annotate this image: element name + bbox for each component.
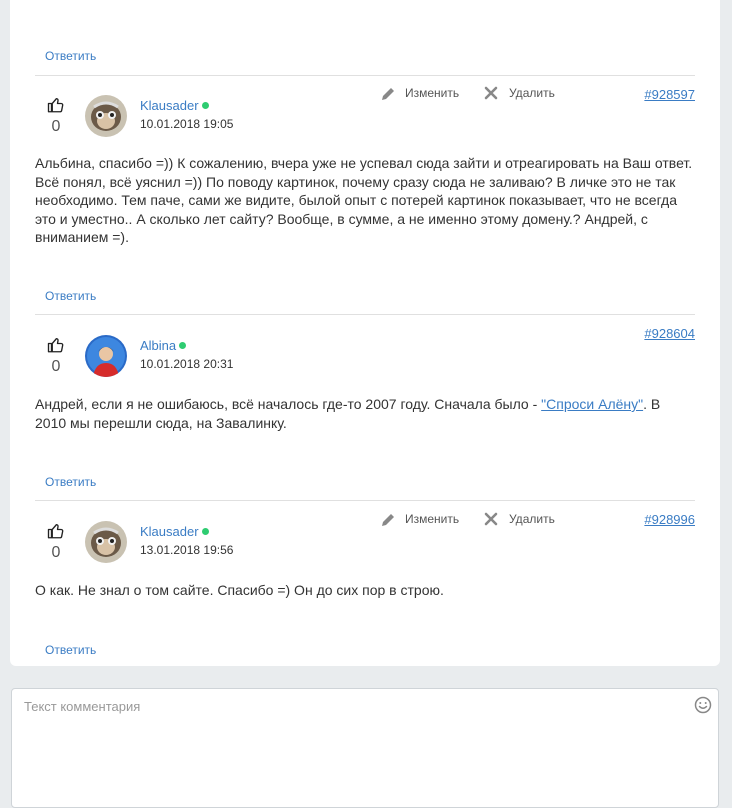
author-label[interactable]: Klausader bbox=[140, 98, 199, 113]
divider bbox=[35, 500, 695, 501]
author-label[interactable]: Klausader bbox=[140, 524, 199, 539]
comment-text: Андрей, если я не ошибаюсь, всё началось… bbox=[35, 395, 695, 432]
delete-label: Удалить bbox=[509, 512, 555, 526]
delete-button[interactable]: Удалить bbox=[484, 512, 555, 526]
comment-permalink[interactable]: #928597 bbox=[644, 87, 695, 102]
comments-card: Ответить 0 Klausader 10.01.2018 19:05 Из… bbox=[10, 0, 720, 666]
pencil-icon bbox=[382, 88, 394, 100]
comment-text: О как. Не знал о том сайте. Спасибо =) О… bbox=[35, 582, 444, 598]
author-name[interactable]: Albina bbox=[140, 338, 187, 353]
comment-text: Альбина, спасибо =)) К сожалению, вчера … bbox=[35, 155, 693, 245]
avatar[interactable] bbox=[85, 335, 127, 377]
online-indicator bbox=[201, 102, 209, 109]
like-count: 0 bbox=[51, 544, 61, 561]
reply-link[interactable]: Ответить bbox=[45, 49, 96, 63]
close-icon bbox=[484, 512, 498, 526]
reply-link[interactable]: Ответить bbox=[45, 289, 96, 303]
edit-button[interactable]: Изменить bbox=[382, 86, 460, 100]
smiley-icon[interactable] bbox=[694, 696, 712, 714]
pencil-icon bbox=[382, 514, 394, 526]
comment-text-part: Андрей, если я не ошибаюсь, всё началось… bbox=[35, 396, 542, 412]
comment-input[interactable]: Текст комментария bbox=[11, 688, 719, 808]
online-indicator bbox=[179, 342, 187, 349]
divider bbox=[35, 314, 695, 315]
edit-label: Изменить bbox=[405, 86, 460, 100]
comment-date: 13.01.2018 19:56 bbox=[140, 543, 234, 557]
close-icon bbox=[484, 86, 498, 100]
thumbs-up-icon[interactable] bbox=[47, 522, 65, 540]
comment-permalink[interactable]: #928996 bbox=[644, 512, 695, 527]
like-block: 0 bbox=[46, 522, 66, 562]
online-indicator bbox=[201, 528, 209, 535]
divider bbox=[35, 75, 695, 76]
like-count: 0 bbox=[51, 358, 61, 375]
avatar[interactable] bbox=[85, 521, 127, 563]
delete-button[interactable]: Удалить bbox=[484, 86, 555, 100]
comment-input-placeholder: Текст комментария bbox=[24, 699, 141, 714]
thumbs-up-icon[interactable] bbox=[47, 96, 65, 114]
delete-label: Удалить bbox=[509, 86, 555, 100]
like-block: 0 bbox=[46, 336, 66, 376]
comment-date: 10.01.2018 20:31 bbox=[140, 357, 234, 371]
like-block: 0 bbox=[46, 96, 66, 136]
text-link[interactable]: "Спроси Алёну" bbox=[541, 396, 643, 412]
author-name[interactable]: Klausader bbox=[140, 524, 209, 539]
like-count: 0 bbox=[51, 118, 61, 135]
reply-link[interactable]: Ответить bbox=[45, 475, 96, 489]
edit-label: Изменить bbox=[405, 512, 460, 526]
reply-link[interactable]: Ответить bbox=[45, 643, 96, 657]
comment-date: 10.01.2018 19:05 bbox=[140, 117, 234, 131]
author-label[interactable]: Albina bbox=[140, 338, 176, 353]
avatar[interactable] bbox=[85, 95, 127, 137]
thumbs-up-icon[interactable] bbox=[47, 336, 65, 354]
edit-button[interactable]: Изменить bbox=[382, 512, 460, 526]
author-name[interactable]: Klausader bbox=[140, 98, 209, 113]
comment-permalink[interactable]: #928604 bbox=[644, 326, 695, 341]
